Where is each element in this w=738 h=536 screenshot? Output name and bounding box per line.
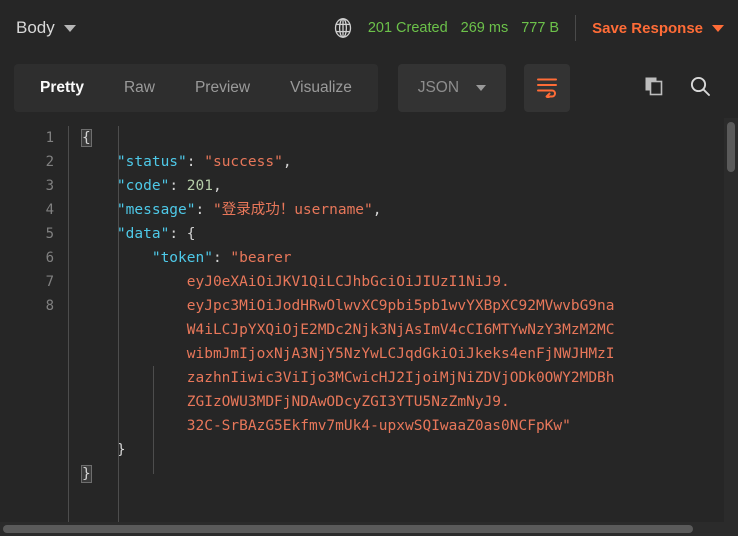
code-content[interactable]: { "status": "success", "code": 201, "mes… xyxy=(68,118,738,536)
code-token: , xyxy=(372,202,382,218)
chevron-down-icon xyxy=(63,24,76,32)
code-token: } xyxy=(81,465,92,483)
chevron-down-icon xyxy=(712,24,724,32)
code-token: 201 xyxy=(186,178,213,194)
code-line[interactable]: "code": 201, xyxy=(68,174,738,198)
code-token: 32C-SrBAzG5Ekfmv7mUk4-upxwSQIwaaZ0as0NCF… xyxy=(82,418,571,434)
save-response-button[interactable]: Save Response xyxy=(592,20,724,37)
code-token: eyJ0eXAiOiJKV1QiLCJhbGciOiJIUzI1NiJ9. xyxy=(82,274,510,290)
tab-label: Raw xyxy=(123,79,155,96)
response-status-bar: Body 201 Created 269 ms 777 B Save Respo… xyxy=(0,0,738,56)
code-line[interactable]: "token": "bearer xyxy=(68,246,738,270)
line-number: 7 xyxy=(45,274,54,290)
code-line[interactable]: eyJpc3MiOiJodHRwOlwvXC9pbi5pb1wvYXBpXC92… xyxy=(68,294,738,318)
code-token: "token" xyxy=(151,250,213,266)
response-body-viewer: 1 2 3 4 5 6 7 8 { "status": "success", "code": … xyxy=(0,118,738,536)
code-token: { xyxy=(81,129,92,147)
copy-icon[interactable] xyxy=(642,74,666,103)
chevron-down-icon xyxy=(476,85,487,91)
indent-guide xyxy=(118,126,119,536)
tab-label: Preview xyxy=(194,79,251,96)
line-number: 6 xyxy=(45,250,54,266)
code-token: } xyxy=(82,442,126,458)
tab-label: Visualize xyxy=(290,79,352,96)
search-icon[interactable] xyxy=(688,74,712,103)
format-select[interactable]: JSON xyxy=(397,64,506,112)
horizontal-scrollbar[interactable] xyxy=(0,522,724,536)
code-token: : xyxy=(186,154,205,170)
divider xyxy=(575,15,577,41)
save-response-label: Save Response xyxy=(592,19,703,37)
format-select-value: JSON xyxy=(417,79,460,96)
code-line[interactable]: W4iLCJpYXQiOjE2MDc2Njk3NjAsImV4cCI6MTYwN… xyxy=(68,318,738,342)
code-token: "data" xyxy=(116,226,170,242)
indent-guide xyxy=(153,366,154,474)
tab-pretty[interactable]: Pretty xyxy=(20,64,104,112)
horizontal-scrollbar-thumb[interactable] xyxy=(3,525,693,533)
code-token: ZGIzOWU3MDFjNDAwODcyZGI3YTU5NzZmNyJ9. xyxy=(82,394,510,410)
line-number: 3 xyxy=(45,178,54,194)
line-number: 4 xyxy=(45,202,54,218)
response-view-tabs: Pretty Raw Preview Visualize JSON xyxy=(0,56,738,120)
code-token: : xyxy=(195,202,213,218)
code-line[interactable]: } xyxy=(68,438,738,462)
code-line[interactable]: "data": { xyxy=(68,222,738,246)
code-token: : xyxy=(169,178,187,194)
tab-visualize[interactable]: Visualize xyxy=(270,64,372,112)
indent-guide xyxy=(68,126,69,536)
response-size[interactable]: 777 B xyxy=(521,20,559,36)
code-line[interactable]: 32C-SrBAzG5Ekfmv7mUk4-upxwSQIwaaZ0as0NCF… xyxy=(68,414,738,438)
code-token: "success" xyxy=(204,154,283,170)
tab-group: Pretty Raw Preview Visualize xyxy=(14,64,378,112)
code-line[interactable]: } xyxy=(68,462,738,486)
code-token: "code" xyxy=(116,178,170,194)
response-time[interactable]: 269 ms xyxy=(461,20,509,36)
line-number: 8 xyxy=(45,298,54,314)
code-line[interactable]: ZGIzOWU3MDFjNDAwODcyZGI3YTU5NzZmNyJ9. xyxy=(68,390,738,414)
code-line[interactable]: eyJ0eXAiOiJKV1QiLCJhbGciOiJIUzI1NiJ9. xyxy=(68,270,738,294)
code-token: zazhnIiwic3ViIjo3MCwicHJ2IjoiMjNiZDVjODk… xyxy=(82,370,615,386)
wrap-lines-icon xyxy=(535,74,559,103)
code-token: { xyxy=(186,226,196,242)
line-number: 1 xyxy=(45,130,54,146)
code-line[interactable]: "message": "登录成功！username", xyxy=(68,198,738,222)
code-token: "status" xyxy=(116,154,187,170)
body-label: Body xyxy=(16,18,55,37)
code-token: "message" xyxy=(116,202,196,218)
code-line[interactable]: zazhnIiwic3ViIjo3MCwicHJ2IjoiMjNiZDVjODk… xyxy=(68,366,738,390)
code-token: eyJpc3MiOiJodHRwOlwvXC9pbi5pb1wvYXBpXC92… xyxy=(82,298,615,314)
code-token: "登录成功！username" xyxy=(212,202,373,218)
response-actions xyxy=(642,74,724,103)
code-token: , xyxy=(282,154,292,170)
globe-icon[interactable] xyxy=(331,16,355,40)
status-metrics: 201 Created 269 ms 777 B Save Response xyxy=(331,15,724,41)
line-number: 2 xyxy=(45,154,54,170)
code-token: : xyxy=(212,250,231,266)
status-code[interactable]: 201 Created xyxy=(368,20,448,36)
tab-label: Pretty xyxy=(40,79,84,96)
code-token: , xyxy=(212,178,222,194)
code-token: wibmJmIjoxNjA3NjY5NzYwLCJqdGkiOiJkeks4en… xyxy=(82,346,615,362)
code-line[interactable]: wibmJmIjoxNjA3NjY5NzYwLCJqdGkiOiJkeks4en… xyxy=(68,342,738,366)
body-dropdown[interactable]: Body xyxy=(16,18,76,38)
scrollbar-corner xyxy=(724,522,738,536)
line-number: 5 xyxy=(45,226,54,242)
wrap-lines-button[interactable] xyxy=(523,64,570,112)
vertical-scrollbar[interactable] xyxy=(724,118,738,522)
vertical-scrollbar-thumb[interactable] xyxy=(727,122,735,172)
tab-preview[interactable]: Preview xyxy=(175,64,270,112)
code-token: W4iLCJpYXQiOjE2MDc2Njk3NjAsImV4cCI6MTYwN… xyxy=(82,322,615,338)
code-token: "bearer xyxy=(230,250,292,266)
code-line[interactable]: "status": "success", xyxy=(68,150,738,174)
tab-raw[interactable]: Raw xyxy=(104,64,175,112)
code-token: : xyxy=(169,226,187,242)
code-line[interactable]: { xyxy=(68,126,738,150)
line-number-gutter: 1 2 3 4 5 6 7 8 xyxy=(0,118,68,536)
